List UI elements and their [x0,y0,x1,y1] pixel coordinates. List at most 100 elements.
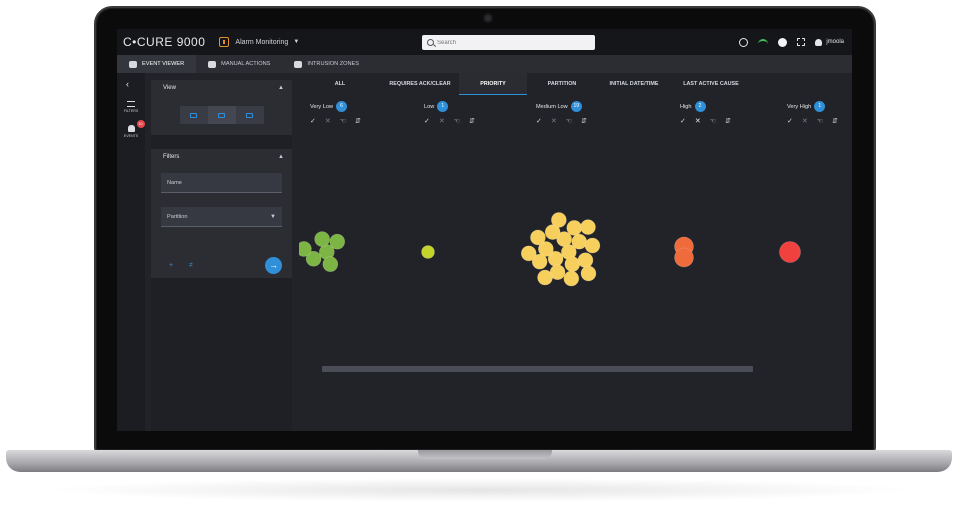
sort-icon[interactable]: ⇵ [725,117,731,125]
event-bubble[interactable] [329,233,346,250]
top-bar: C•CURE 9000 Alarm Monitoring ▼ jmoola [117,29,852,55]
event-bubble[interactable] [314,231,330,247]
info-icon[interactable] [778,37,788,47]
event-bubble-area [299,134,852,364]
camera-icon [483,13,493,23]
sort-icon[interactable]: ⇵ [581,117,587,125]
hand-icon[interactable]: ☜ [817,117,823,125]
event-bubble[interactable] [563,270,580,287]
acknowledge-icon[interactable]: ✓ [310,117,316,125]
event-bubble[interactable] [580,265,597,282]
event-bubble[interactable] [421,245,435,259]
event-bubble[interactable] [584,237,601,254]
chevron-up-icon[interactable]: ▲ [278,85,284,91]
priority-group-low: Low 1 ✓ ✕ ☜ ⇵ [424,101,475,125]
search-input[interactable] [437,39,577,46]
sort-icon[interactable]: ⇵ [469,117,475,125]
priority-actions: ✓ ✕ ☜ ⇵ [680,117,731,125]
event-bubble[interactable] [779,241,801,263]
clear-icon[interactable]: ✕ [325,117,331,125]
tab-intrusion-zones[interactable]: INTRUSION ZONES [282,55,371,73]
event-bubble[interactable] [537,269,553,286]
priority-group-very-high: Very High 1 ✓ ✕ ☜ ⇵ [787,101,838,125]
collapse-icon[interactable]: ‹ [126,79,129,89]
event-bubble[interactable] [322,256,339,272]
priority-name: Very Low [310,103,334,110]
tab-manual-actions[interactable]: MANUAL ACTIONS [196,55,282,73]
chevron-up-icon[interactable]: ▲ [278,154,284,160]
clear-icon[interactable]: ✕ [695,117,701,125]
add-filter-icon[interactable]: + [169,262,173,269]
search-bar[interactable] [422,35,595,50]
tab-label: MANUAL ACTIONS [221,61,271,67]
sort-icon[interactable]: ⇵ [355,117,361,125]
acknowledge-icon[interactable]: ✓ [424,117,430,125]
tab-requires-ack-clear[interactable]: REQUIRES ACK/CLEAR [381,73,459,95]
event-bubble[interactable] [566,220,583,236]
priority-group-high: High 2 ✓ ✕ ☜ ⇵ [680,101,731,125]
events-badge: 10 [136,120,145,128]
view-card-header[interactable]: View ▲ [151,80,292,96]
globe-icon[interactable] [739,37,749,47]
view-list-button[interactable] [180,106,208,124]
event-bubble[interactable] [580,219,596,235]
hand-icon [208,60,217,68]
sort-icon[interactable]: ⇵ [832,117,838,125]
top-icon-group: jmoola [739,29,844,55]
event-bubble[interactable] [577,252,594,269]
clear-icon[interactable]: ✕ [802,117,808,125]
event-bubble[interactable] [520,245,537,262]
event-bubble[interactable] [571,233,588,250]
tab-priority[interactable]: PRIORITY [459,73,527,95]
clear-icon[interactable]: ✕ [551,117,557,125]
rail-filters-label: FILTERS [123,109,139,113]
tab-event-viewer[interactable]: EVENT VIEWER [117,55,197,73]
app-title[interactable]: Alarm Monitoring [235,39,288,46]
acknowledge-icon[interactable]: ✓ [680,117,686,125]
user-menu[interactable]: jmoola [815,38,844,46]
filters-card-header[interactable]: Filters ▲ [151,149,292,165]
tab-partition[interactable]: PARTITION [527,73,597,95]
name-field[interactable]: Name [161,173,282,193]
view-mode-toggle [179,106,264,124]
event-bubble[interactable] [674,247,694,268]
hand-icon[interactable]: ☜ [340,117,346,125]
priority-name: Very High [787,103,812,110]
apply-filters-button[interactable]: → [265,257,282,274]
hand-icon[interactable]: ☜ [454,117,460,125]
priority-actions: ✓ ✕ ☜ ⇵ [536,117,587,125]
tab-label: EVENT VIEWER [142,61,185,67]
event-bubble[interactable] [299,241,312,257]
chevron-down-icon: ▼ [270,213,276,220]
acknowledge-icon[interactable]: ✓ [536,117,542,125]
hand-icon[interactable]: ☜ [710,117,716,125]
priority-headers: Very Low 6 ✓ ✕ ☜ ⇵ Low 1 ✓ ✕ ☜ ⇵ Medium … [299,101,852,131]
event-bubble[interactable] [551,212,567,228]
priority-name: High [680,103,692,110]
tab-initial-date-time[interactable]: INITIAL DATE/TIME [597,73,671,95]
priority-name: Medium Low [536,103,568,110]
priority-actions: ✓ ✕ ☜ ⇵ [787,117,838,125]
horizontal-scrollbar[interactable] [322,366,753,372]
clear-filter-icon[interactable]: ≠ [189,262,193,269]
fullscreen-icon[interactable] [797,38,806,46]
brand-logo: C•CURE 9000 [123,35,206,49]
clear-icon[interactable]: ✕ [439,117,445,125]
rail-events-label: EVENTS [123,134,139,138]
rail-filters[interactable]: FILTERS [119,101,143,113]
event-bubble[interactable] [530,229,546,246]
chevron-down-icon[interactable]: ▼ [293,39,299,45]
tab-last-active-cause[interactable]: LAST ACTIVE CAUSE [671,73,751,95]
view-bubble-button[interactable] [236,106,264,124]
view-card-button[interactable] [207,106,236,124]
event-bubble[interactable] [564,256,581,272]
rail-events[interactable]: 10 EVENTS [119,120,145,138]
hand-icon[interactable]: ☜ [566,117,572,125]
laptop-frame: C•CURE 9000 Alarm Monitoring ▼ jmoola [0,0,958,510]
partition-select[interactable]: Partition ▼ [161,207,282,227]
bubble-canvas [299,212,801,287]
acknowledge-icon[interactable]: ✓ [787,117,793,125]
tab-all[interactable]: ALL [299,73,381,95]
grouping-tabs: ALL REQUIRES ACK/CLEAR PRIORITY PARTITIO… [299,73,852,95]
priority-actions: ✓ ✕ ☜ ⇵ [310,117,361,125]
